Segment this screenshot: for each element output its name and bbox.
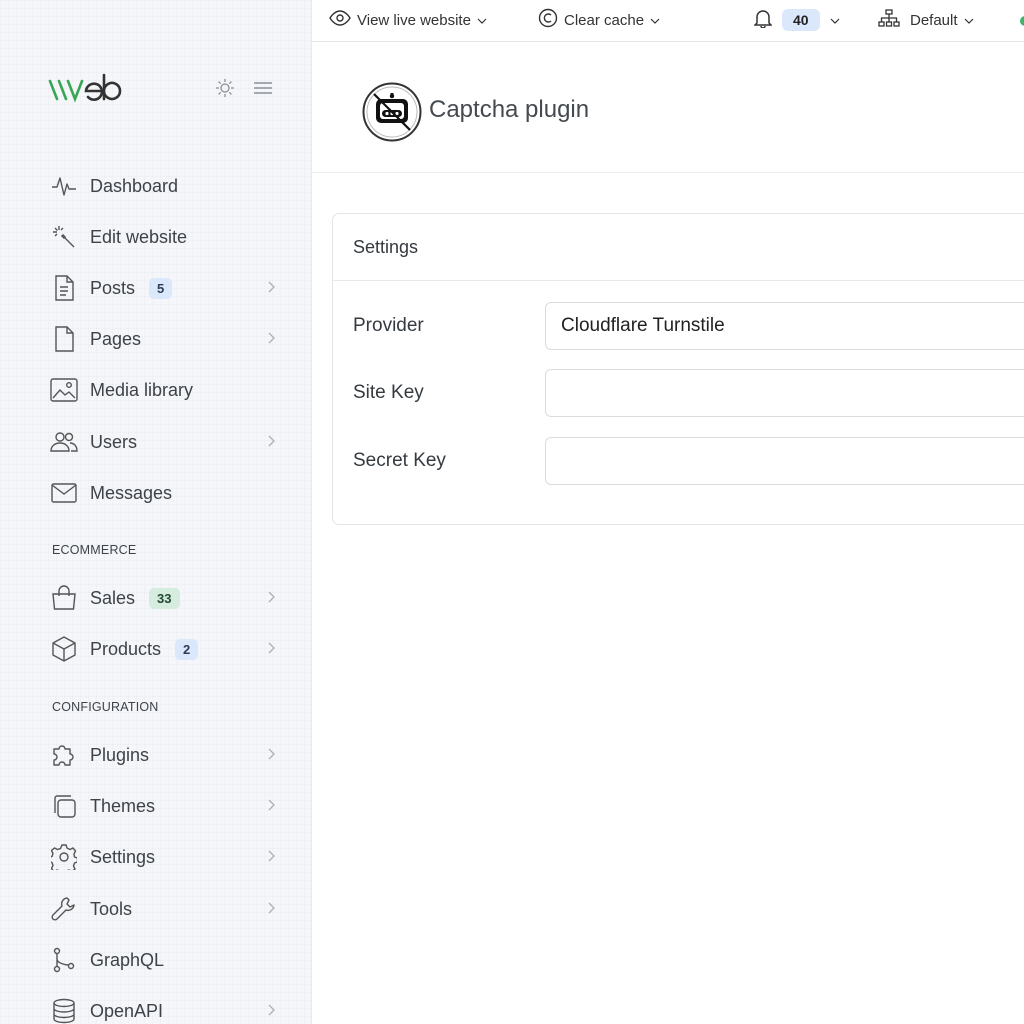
site-key-label: Site Key (353, 382, 424, 403)
menu-icon[interactable] (252, 77, 274, 99)
section-title-ecommerce: ECOMMERCE (52, 543, 137, 557)
shopping-bag-icon (50, 584, 78, 612)
chevron-right-icon (266, 590, 278, 606)
status-dot (1020, 16, 1024, 26)
sidebar-item-label: Tools (90, 898, 133, 919)
chevron-right-icon (266, 434, 278, 450)
puzzle-icon (50, 741, 78, 769)
sidebar-item-label: Dashboard (90, 175, 179, 196)
sidebar-item-plugins[interactable]: Plugins (50, 737, 290, 773)
sidebar-item-label: GraphQL (90, 949, 165, 970)
users-icon (50, 428, 78, 456)
sidebar-item-edit-website[interactable]: Edit website (50, 219, 290, 255)
sitemap-icon (878, 9, 900, 31)
sidebar-item-openapi[interactable]: OpenAPI (50, 993, 290, 1024)
page-header: Captcha plugin (312, 42, 1024, 173)
copyright-icon (538, 8, 558, 32)
chevron-down-icon (964, 12, 974, 29)
site-select-button[interactable]: Default (878, 8, 974, 32)
view-live-website-button[interactable]: View live website (329, 8, 487, 32)
sidebar-item-themes[interactable]: Themes (50, 788, 290, 824)
notifications-count-badge: 40 (782, 9, 820, 31)
settings-card: Settings Provider Cloudflare Turnstile S… (332, 213, 1024, 525)
chevron-right-icon (266, 641, 278, 657)
magic-wand-icon (50, 223, 78, 251)
sales-count-badge: 33 (149, 587, 180, 609)
main-content: Settings Provider Cloudflare Turnstile S… (312, 173, 1024, 1024)
sidebar-item-label: Pages (90, 328, 142, 349)
sidebar-item-products[interactable]: Products 2 (50, 631, 290, 667)
chevron-right-icon (266, 849, 278, 865)
provider-row: Provider Cloudflare Turnstile (333, 302, 1024, 350)
chevron-down-icon (477, 12, 487, 29)
sidebar-item-label: Users (90, 431, 138, 452)
provider-label: Provider (353, 315, 424, 336)
topbar: View live website Clear cache 40 Default (312, 0, 1024, 42)
sidebar-item-posts[interactable]: Posts 5 (50, 270, 290, 306)
sidebar-item-label: Products (90, 638, 162, 659)
eye-icon (329, 10, 351, 30)
section-title-configuration: CONFIGURATION (52, 700, 159, 714)
sidebar-item-label: Messages (90, 482, 173, 503)
secret-key-label: Secret Key (353, 450, 446, 471)
image-icon (50, 376, 78, 404)
products-count-badge: 2 (175, 638, 199, 660)
posts-count-badge: 5 (149, 277, 173, 299)
sidebar-item-label: Plugins (90, 744, 150, 765)
box-icon (50, 635, 78, 663)
sidebar-item-sales[interactable]: Sales 33 (50, 580, 290, 616)
page-title: Captcha plugin (429, 96, 590, 123)
sidebar-item-settings[interactable]: Settings (50, 839, 290, 875)
sidebar-item-messages[interactable]: Messages (50, 475, 290, 511)
sidebar-item-dashboard[interactable]: Dashboard (50, 168, 290, 204)
secret-key-row: Secret Key (333, 437, 1024, 485)
sidebar-item-label: Media library (90, 379, 194, 400)
sidebar-item-label: OpenAPI (90, 1000, 164, 1021)
gear-icon (50, 843, 78, 871)
graph-icon (50, 946, 78, 974)
notifications-button[interactable]: 40 (753, 8, 840, 32)
database-icon (50, 997, 78, 1024)
chevron-down-icon (650, 12, 660, 29)
sidebar-item-label: Settings (90, 846, 156, 867)
site-key-row: Site Key (333, 369, 1024, 417)
sidebar-item-label: Sales (90, 587, 136, 608)
sidebar-item-label: Edit website (90, 226, 188, 247)
chevron-right-icon (266, 280, 278, 296)
chevron-down-icon (830, 12, 840, 29)
sidebar-item-media-library[interactable]: Media library (50, 372, 290, 408)
page-icon (50, 325, 78, 353)
bell-icon (753, 8, 773, 32)
sidebar-item-graphql[interactable]: GraphQL (50, 942, 290, 978)
sidebar-item-label: Posts (90, 277, 136, 298)
vvveb-logo[interactable] (48, 70, 150, 106)
chevron-right-icon (266, 331, 278, 347)
captcha-robot-icon (362, 82, 422, 142)
envelope-icon (50, 479, 78, 507)
settings-card-title: Settings (333, 214, 1024, 281)
chevron-right-icon (266, 1003, 278, 1019)
sidebar: Dashboard Edit website Posts 5 Pages Med… (0, 0, 312, 1024)
wrench-icon (50, 895, 78, 923)
sidebar-item-users[interactable]: Users (50, 424, 290, 460)
chevron-right-icon (266, 798, 278, 814)
chevron-right-icon (266, 747, 278, 763)
sidebar-item-pages[interactable]: Pages (50, 321, 290, 357)
provider-select[interactable]: Cloudflare Turnstile (545, 302, 1024, 350)
document-icon (50, 274, 78, 302)
site-key-input[interactable] (545, 369, 1024, 417)
layers-icon (50, 792, 78, 820)
dashboard-pulse-icon (50, 172, 78, 200)
clear-cache-button[interactable]: Clear cache (538, 8, 660, 32)
sun-icon[interactable] (214, 77, 236, 99)
sidebar-item-label: Themes (90, 795, 156, 816)
chevron-right-icon (266, 901, 278, 917)
secret-key-input[interactable] (545, 437, 1024, 485)
sidebar-item-tools[interactable]: Tools (50, 891, 290, 927)
